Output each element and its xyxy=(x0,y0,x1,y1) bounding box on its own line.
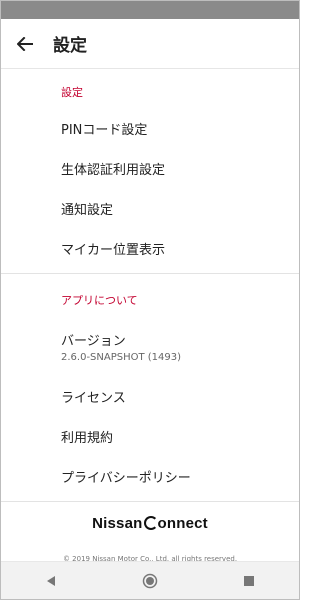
menu-item-terms[interactable]: 利用規約 xyxy=(1,416,299,456)
version-label: バージョン xyxy=(61,333,126,349)
nav-back-button[interactable] xyxy=(31,566,71,596)
menu-item-label: PINコード設定 xyxy=(61,122,148,138)
menu-item-label: 通知設定 xyxy=(61,202,114,218)
menu-item-version[interactable]: バージョン 2.6.0-SNAPSHOT (1493) xyxy=(1,324,299,368)
circle-home-icon xyxy=(142,573,158,588)
system-nav-bar xyxy=(1,561,299,599)
menu-item-label: 生体認証利用設定 xyxy=(61,162,166,178)
version-value: 2.6.0-SNAPSHOT (1493) xyxy=(61,351,182,363)
triangle-back-icon xyxy=(46,575,55,586)
menu-item-my-car-location[interactable]: マイカー位置表示 xyxy=(1,228,299,268)
section-header-settings: 設定 xyxy=(61,86,83,99)
page-title: 設定 xyxy=(53,36,87,56)
nav-recents-button[interactable] xyxy=(229,566,269,596)
menu-item-label: 利用規約 xyxy=(61,430,114,446)
square-recents-icon xyxy=(244,575,255,586)
menu-item-label: プライバシーポリシー xyxy=(61,470,191,486)
menu-item-pin-code[interactable]: PINコード設定 xyxy=(1,108,299,148)
connect-c-mark xyxy=(143,516,158,530)
footer-divider xyxy=(1,501,299,502)
nav-home-button[interactable] xyxy=(130,566,170,596)
menu-item-label: ライセンス xyxy=(61,390,126,406)
arrow-left-icon xyxy=(17,36,33,51)
status-bar xyxy=(1,1,299,19)
back-button[interactable] xyxy=(1,19,49,69)
section-header-about-app: アプリについて xyxy=(61,294,138,307)
menu-item-label: マイカー位置表示 xyxy=(61,242,166,258)
menu-item-biometric[interactable]: 生体認証利用設定 xyxy=(1,148,299,188)
menu-item-license[interactable]: ライセンス xyxy=(1,376,299,416)
section-divider xyxy=(1,273,299,274)
menu-item-privacy-policy[interactable]: プライバシーポリシー xyxy=(1,456,299,496)
menu-item-notifications[interactable]: 通知設定 xyxy=(1,188,299,228)
nissanconnect-logo: Nissan onnect xyxy=(92,515,208,532)
app-bar: 設定 xyxy=(1,19,299,69)
app-frame: 設定 設定 PINコード設定 生体認証利用設定 通知設定 マイカー位置表示 アプ… xyxy=(0,0,300,600)
